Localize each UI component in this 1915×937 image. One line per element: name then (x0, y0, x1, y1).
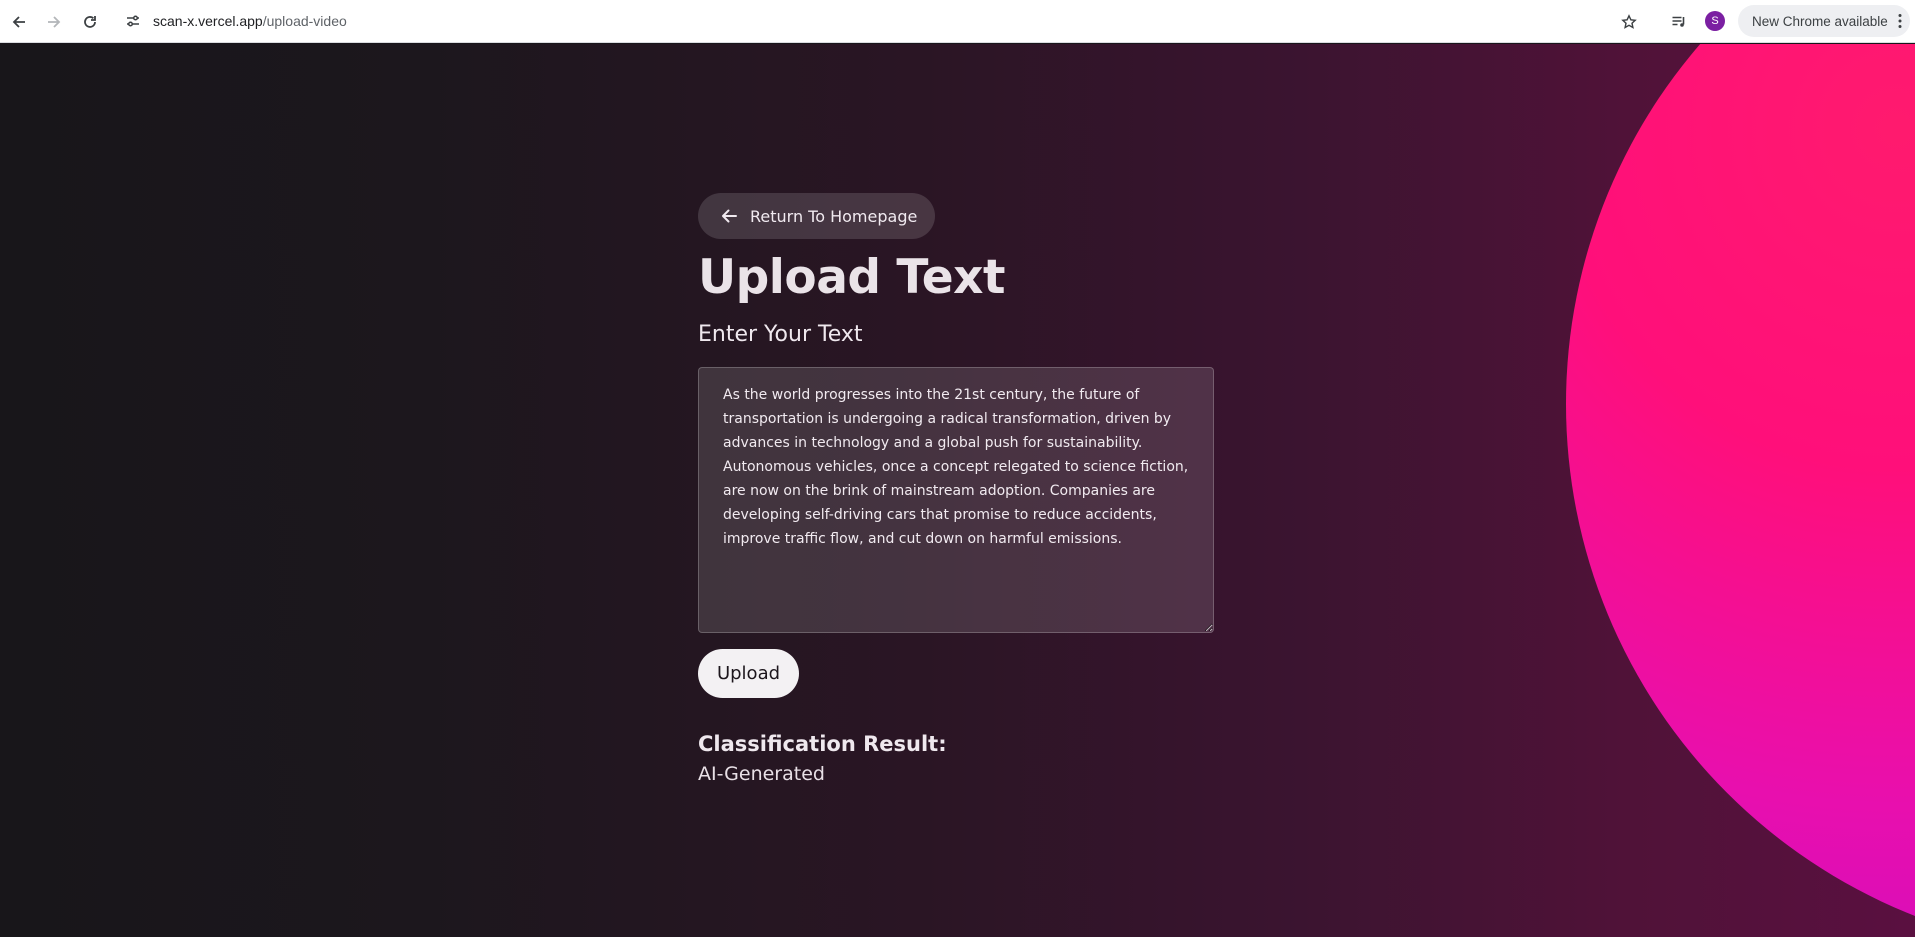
reload-icon[interactable] (76, 8, 103, 35)
url-path: /upload-video (262, 13, 347, 29)
page-viewport: Return To Homepage Upload Text Enter You… (0, 44, 1915, 937)
address-bar[interactable]: scan-x.vercel.app/upload-video (153, 12, 347, 30)
site-info-icon[interactable] (124, 12, 142, 30)
decorative-gradient-circle (1566, 44, 1915, 937)
text-input-area[interactable]: As the world progresses into the 21st ce… (698, 367, 1214, 633)
update-label: New Chrome available (1752, 13, 1888, 29)
chrome-update-button[interactable]: New Chrome available (1738, 5, 1910, 37)
browser-toolbar: scan-x.vercel.app/upload-video S New Chr… (0, 0, 1915, 43)
bookmark-star-icon[interactable] (1615, 8, 1642, 35)
forward-nav-icon[interactable] (40, 8, 67, 35)
classification-result-heading: Classification Result: (698, 732, 947, 756)
back-nav-icon[interactable] (5, 8, 32, 35)
return-homepage-label: Return To Homepage (750, 206, 918, 226)
page-title: Upload Text (698, 250, 1005, 305)
classification-result-value: AI-Generated (698, 763, 825, 785)
text-input-label: Enter Your Text (698, 322, 863, 347)
profile-avatar[interactable]: S (1705, 11, 1725, 31)
media-control-icon[interactable] (1665, 8, 1692, 35)
url-host: scan-x.vercel.app (153, 13, 263, 29)
return-homepage-button[interactable]: Return To Homepage (698, 193, 935, 239)
upload-button[interactable]: Upload (698, 649, 799, 698)
arrow-left-icon (720, 207, 738, 225)
more-menu-icon[interactable] (1898, 13, 1902, 29)
